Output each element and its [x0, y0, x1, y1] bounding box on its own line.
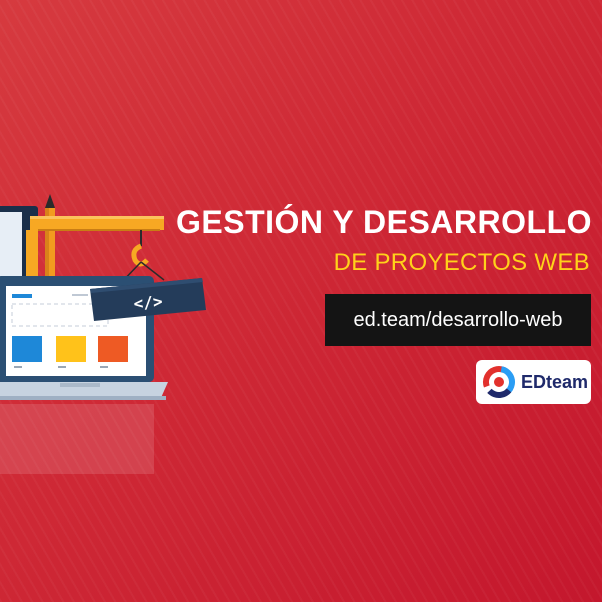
title-line-2: DE PROYECTOS WEB [333, 249, 590, 276]
brand-name: EDteam [521, 371, 589, 392]
url-box[interactable]: ed.team/desarrollo-web [325, 294, 591, 346]
promo-banner: </> GESTIÓN Y DESARROLLO DE PROYECTOS WE… [0, 0, 602, 602]
brand-badge: EDteam [476, 360, 591, 404]
laptop-reflection [0, 404, 154, 474]
code-sign-text: </> [133, 292, 163, 313]
edteam-logo-icon [483, 366, 515, 398]
url-text[interactable]: ed.team/desarrollo-web [354, 309, 563, 332]
title-line-1: GESTIÓN Y DESARROLLO [176, 204, 592, 240]
